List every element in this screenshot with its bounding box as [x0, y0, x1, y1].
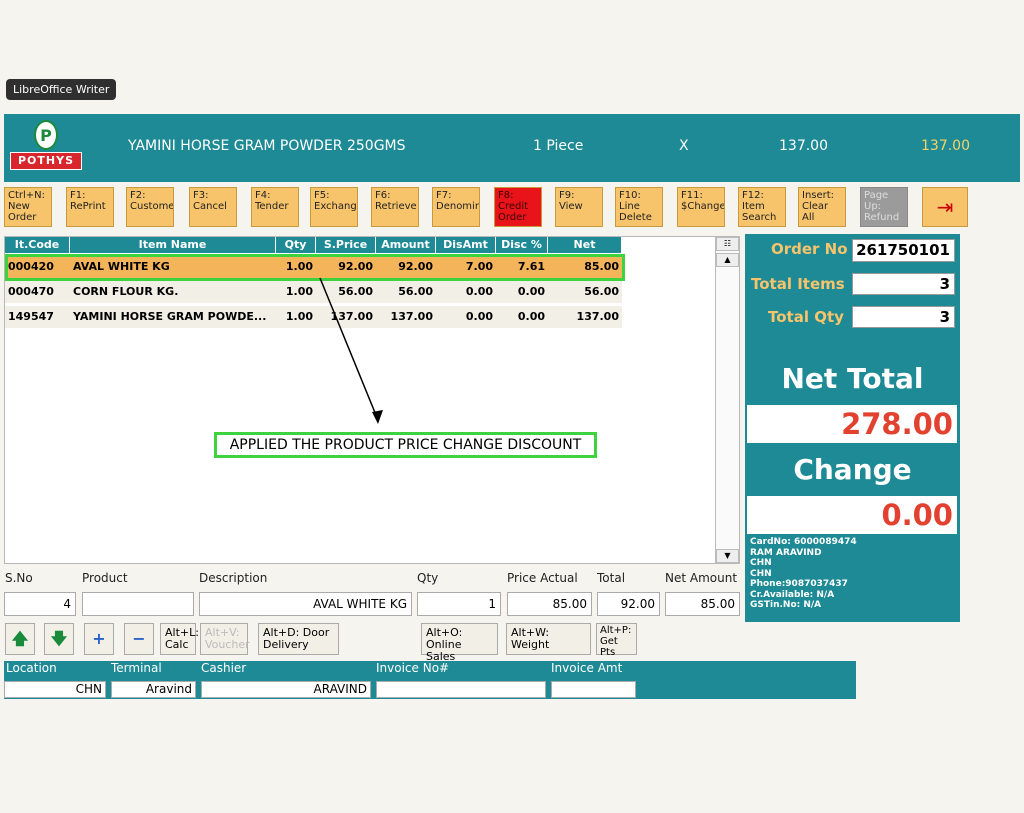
cashier-value: ARAVIND	[201, 681, 371, 698]
customer-region: CHN	[750, 568, 772, 579]
sno-input[interactable]: 4	[4, 592, 76, 616]
total-items-label: Total Items	[751, 275, 845, 293]
total-label: Total	[597, 571, 626, 585]
footer-bar: Location Terminal Cashier Invoice No# In…	[4, 661, 856, 699]
change-label: Change	[793, 453, 912, 486]
summary-panel: Order No 261750101 Total Items 3 Total Q…	[745, 234, 960, 622]
move-down-icon[interactable]: 🡇	[44, 623, 74, 655]
customer-gstin: GSTin.No: N/A	[750, 600, 822, 610]
customer-city: CHN	[750, 558, 772, 568]
invoice-amt-value	[551, 681, 636, 698]
invoice-no-value	[376, 681, 546, 698]
customer-credit: Cr.Available: N/A	[750, 589, 835, 600]
order-no-value: 261750101	[852, 239, 955, 262]
sno-label: S.No	[5, 571, 33, 585]
net-total-label: Net Total	[781, 362, 924, 395]
customer-name: RAM ARAVIND	[750, 547, 822, 558]
net-amount-input[interactable]: 85.00	[665, 592, 740, 616]
change-value: 0.00	[747, 496, 957, 534]
invoice-amt-label: Invoice Amt	[551, 661, 623, 675]
location-value: CHN	[4, 681, 106, 698]
net-amount-label: Net Amount	[665, 571, 738, 585]
weight-button[interactable]: Alt+W: Weight	[506, 623, 591, 655]
minus-icon[interactable]: −	[124, 623, 154, 655]
plus-icon[interactable]: +	[84, 623, 114, 655]
customer-phone: Phone:9087037437	[750, 579, 848, 589]
total-qty-value: 3	[852, 306, 955, 328]
get-pts-button[interactable]: Alt+P: Get Pts	[596, 623, 637, 658]
product-label: Product	[82, 571, 128, 585]
total-items-value: 3	[852, 273, 955, 295]
qty-label: Qty	[417, 571, 439, 585]
total-input[interactable]: 92.00	[597, 592, 660, 616]
product-input[interactable]	[82, 592, 194, 616]
door-delivery-button[interactable]: Alt+D: Door Delivery	[258, 623, 339, 655]
location-label: Location	[6, 661, 57, 675]
description-input[interactable]: AVAL WHITE KG	[199, 592, 412, 616]
description-label: Description	[199, 571, 268, 585]
voucher-button[interactable]: Alt+V: Voucher	[200, 623, 250, 655]
move-up-icon[interactable]: 🡅	[5, 623, 35, 655]
total-qty-label: Total Qty	[768, 308, 844, 326]
calc-button[interactable]: Alt+L: Calc	[160, 623, 199, 655]
annotation-box: APPLIED THE PRODUCT PRICE CHANGE DISCOUN…	[214, 432, 597, 458]
invoice-no-label: Invoice No#	[376, 661, 450, 675]
customer-card: CardNo: 6000089474	[750, 537, 857, 547]
order-no-label: Order No	[771, 240, 848, 258]
customer-info: CardNo: 6000089474 RAM ARAVIND CHN CHN P…	[750, 537, 857, 611]
terminal-label: Terminal	[111, 661, 162, 675]
qty-input[interactable]: 1	[417, 592, 501, 616]
net-total-value: 278.00	[747, 405, 957, 443]
cashier-label: Cashier	[201, 661, 247, 675]
online-sales-button[interactable]: Alt+O: Online Sales	[421, 623, 498, 663]
price-actual-input[interactable]: 85.00	[507, 592, 592, 616]
price-actual-label: Price Actual	[507, 571, 578, 585]
terminal-value: Aravind	[111, 681, 196, 698]
